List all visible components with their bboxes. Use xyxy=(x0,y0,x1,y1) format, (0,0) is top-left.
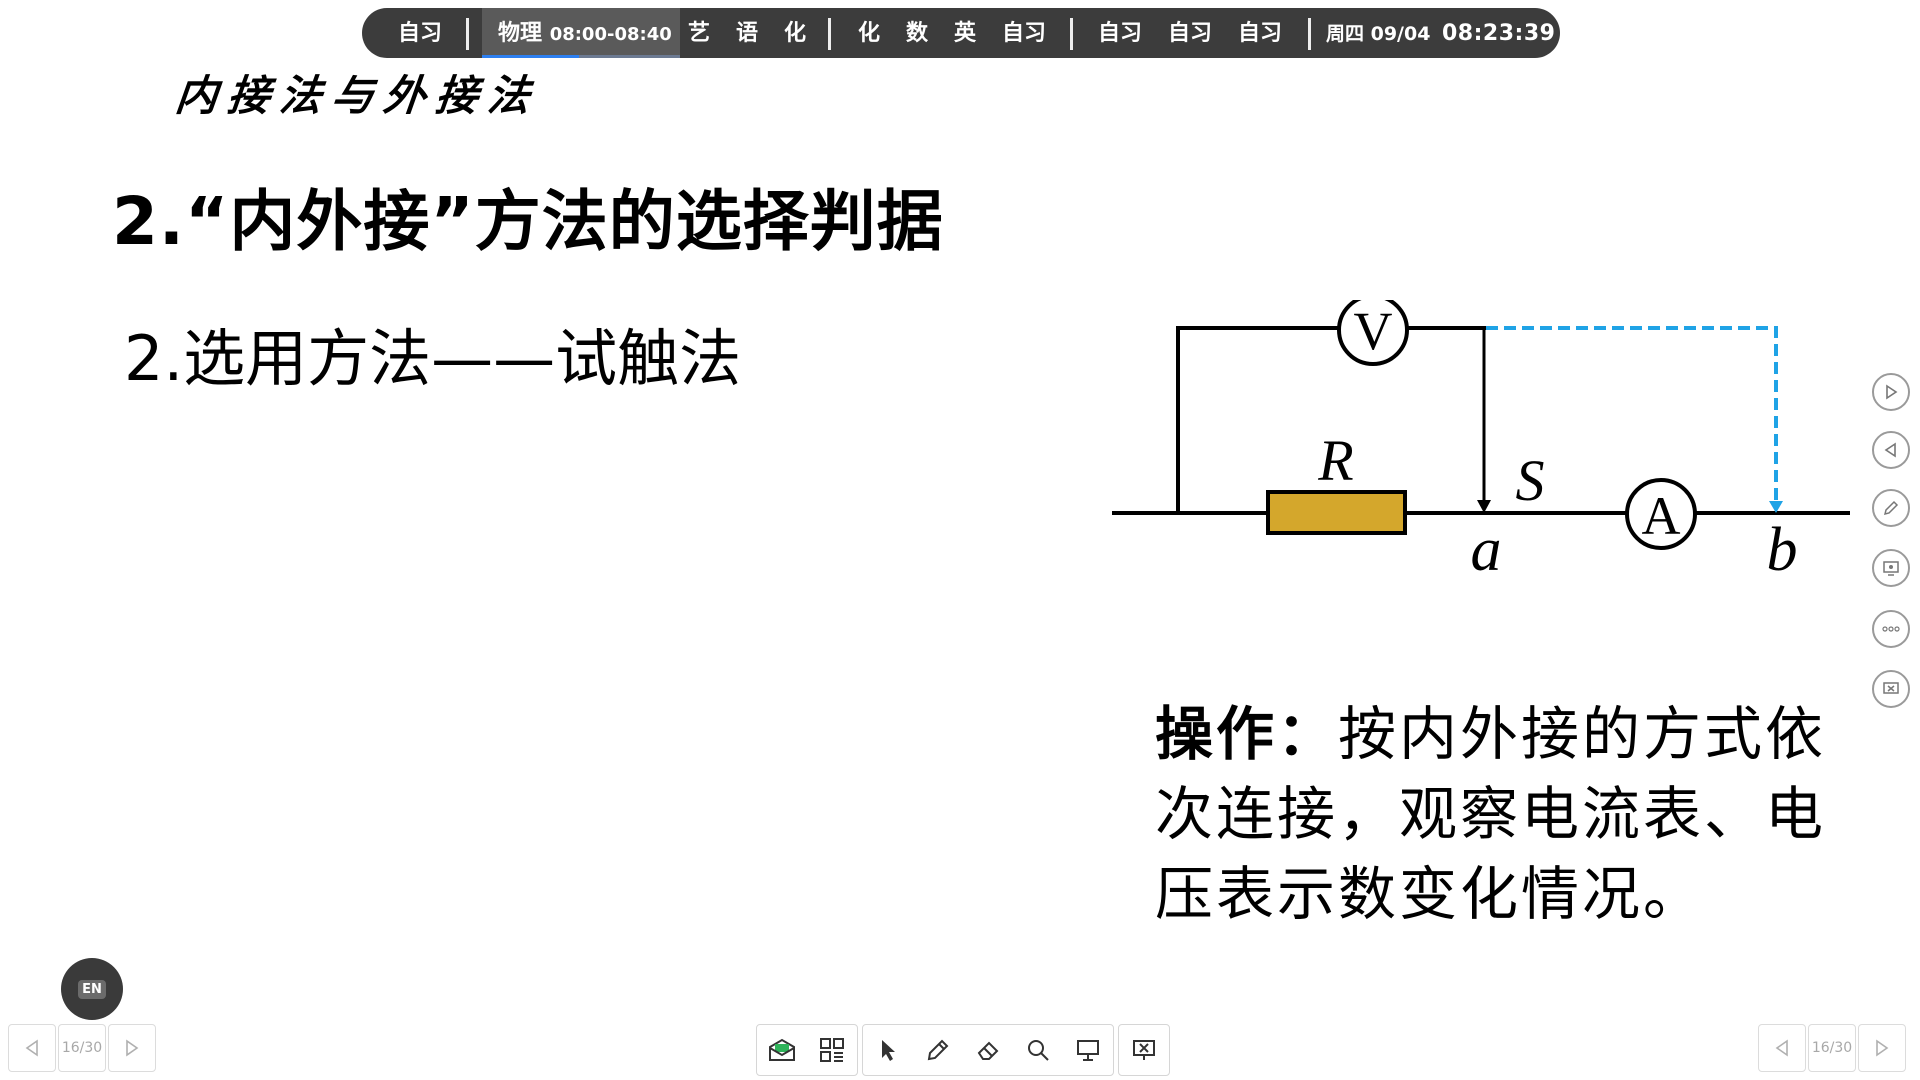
period-6[interactable]: 化 xyxy=(858,8,880,58)
more-icon[interactable] xyxy=(1872,610,1910,648)
eraser-icon[interactable] xyxy=(963,1025,1013,1075)
toolbar-group-apps xyxy=(756,1024,858,1076)
apps-grid-icon[interactable] xyxy=(807,1025,857,1075)
period-11[interactable]: 自习 xyxy=(1168,8,1212,58)
pen-icon[interactable] xyxy=(913,1025,963,1075)
point-a-label: a xyxy=(1471,516,1502,584)
period-separator xyxy=(1308,18,1311,50)
voltmeter-symbol: V xyxy=(1354,301,1393,361)
slide-subtitle: 2.选用方法——试触法 xyxy=(124,322,742,395)
period-separator xyxy=(1070,18,1073,50)
toolbar-group-exit xyxy=(1118,1024,1170,1076)
resistor-label: R xyxy=(1317,428,1353,493)
envelope-icon[interactable] xyxy=(757,1025,807,1075)
slide-header-title: 内接法与外接法 xyxy=(173,71,543,120)
search-icon[interactable] xyxy=(1013,1025,1063,1075)
language-label: EN xyxy=(78,979,106,999)
exit-screen-icon[interactable] xyxy=(1872,670,1910,708)
resistor xyxy=(1266,490,1407,535)
ammeter-symbol: A xyxy=(1642,486,1681,546)
period-7[interactable]: 数 xyxy=(906,8,928,58)
prev-page-button[interactable] xyxy=(1758,1024,1806,1072)
page-indicator-text: 16/30 xyxy=(1811,1040,1853,1056)
page-indicator-right[interactable]: 16/30 xyxy=(1808,1024,1856,1072)
point-b-label: b xyxy=(1767,516,1798,584)
switch-label: S xyxy=(1516,448,1545,513)
period-current[interactable]: 物理 08:00-08:40 xyxy=(498,8,672,58)
page-nav-left: 16/30 xyxy=(8,1024,158,1076)
language-switch-button[interactable]: EN xyxy=(61,958,123,1020)
prev-page-button[interactable] xyxy=(8,1024,56,1072)
next-page-button[interactable] xyxy=(1858,1024,1906,1072)
period-5[interactable]: 化 xyxy=(784,8,806,58)
presentation-icon[interactable] xyxy=(1063,1025,1113,1075)
page-indicator-text: 16/30 xyxy=(61,1040,103,1056)
period-8[interactable]: 英 xyxy=(954,8,976,58)
period-1[interactable]: 自习 xyxy=(398,8,442,58)
period-12[interactable]: 自习 xyxy=(1238,8,1282,58)
pen-icon[interactable] xyxy=(1872,489,1910,527)
period-current-label: 物理 xyxy=(498,21,543,46)
next-page-button[interactable] xyxy=(108,1024,156,1072)
page-indicator-left[interactable]: 16/30 xyxy=(58,1024,106,1072)
play-previous-icon[interactable] xyxy=(1872,431,1910,469)
operation-label: 操作： xyxy=(1155,700,1339,768)
schedule-bar: 自习 物理 08:00-08:40 艺 语 化 化 数 英 自习 自习 自习 自… xyxy=(362,8,1560,58)
page-nav-right: 16/30 xyxy=(1758,1024,1908,1076)
period-separator xyxy=(828,18,831,50)
period-9[interactable]: 自习 xyxy=(1002,8,1046,58)
screen-share-icon[interactable] xyxy=(1872,549,1910,587)
period-4[interactable]: 语 xyxy=(736,8,758,58)
operation-description: 操作：按内外接的方式依次连接，观察电流表、电压表示数变化情况。 xyxy=(1155,694,1875,934)
date-display: 周四 09/04 xyxy=(1326,23,1431,45)
period-10[interactable]: 自习 xyxy=(1098,8,1142,58)
circuit-diagram: V A R S a b xyxy=(1112,300,1850,584)
cursor-icon[interactable] xyxy=(863,1025,913,1075)
period-separator xyxy=(466,18,469,50)
slide-title: 2.“内外接”方法的选择判据 xyxy=(112,183,944,260)
play-next-icon[interactable] xyxy=(1872,373,1910,411)
clock-display: 08:23:39 xyxy=(1442,21,1556,46)
toolbar-group-draw xyxy=(862,1024,1114,1076)
close-presentation-icon[interactable] xyxy=(1119,1025,1169,1075)
period-current-time: 08:00-08:40 xyxy=(549,24,672,45)
bottom-toolbar xyxy=(756,1024,1174,1076)
period-3[interactable]: 艺 xyxy=(688,8,710,58)
